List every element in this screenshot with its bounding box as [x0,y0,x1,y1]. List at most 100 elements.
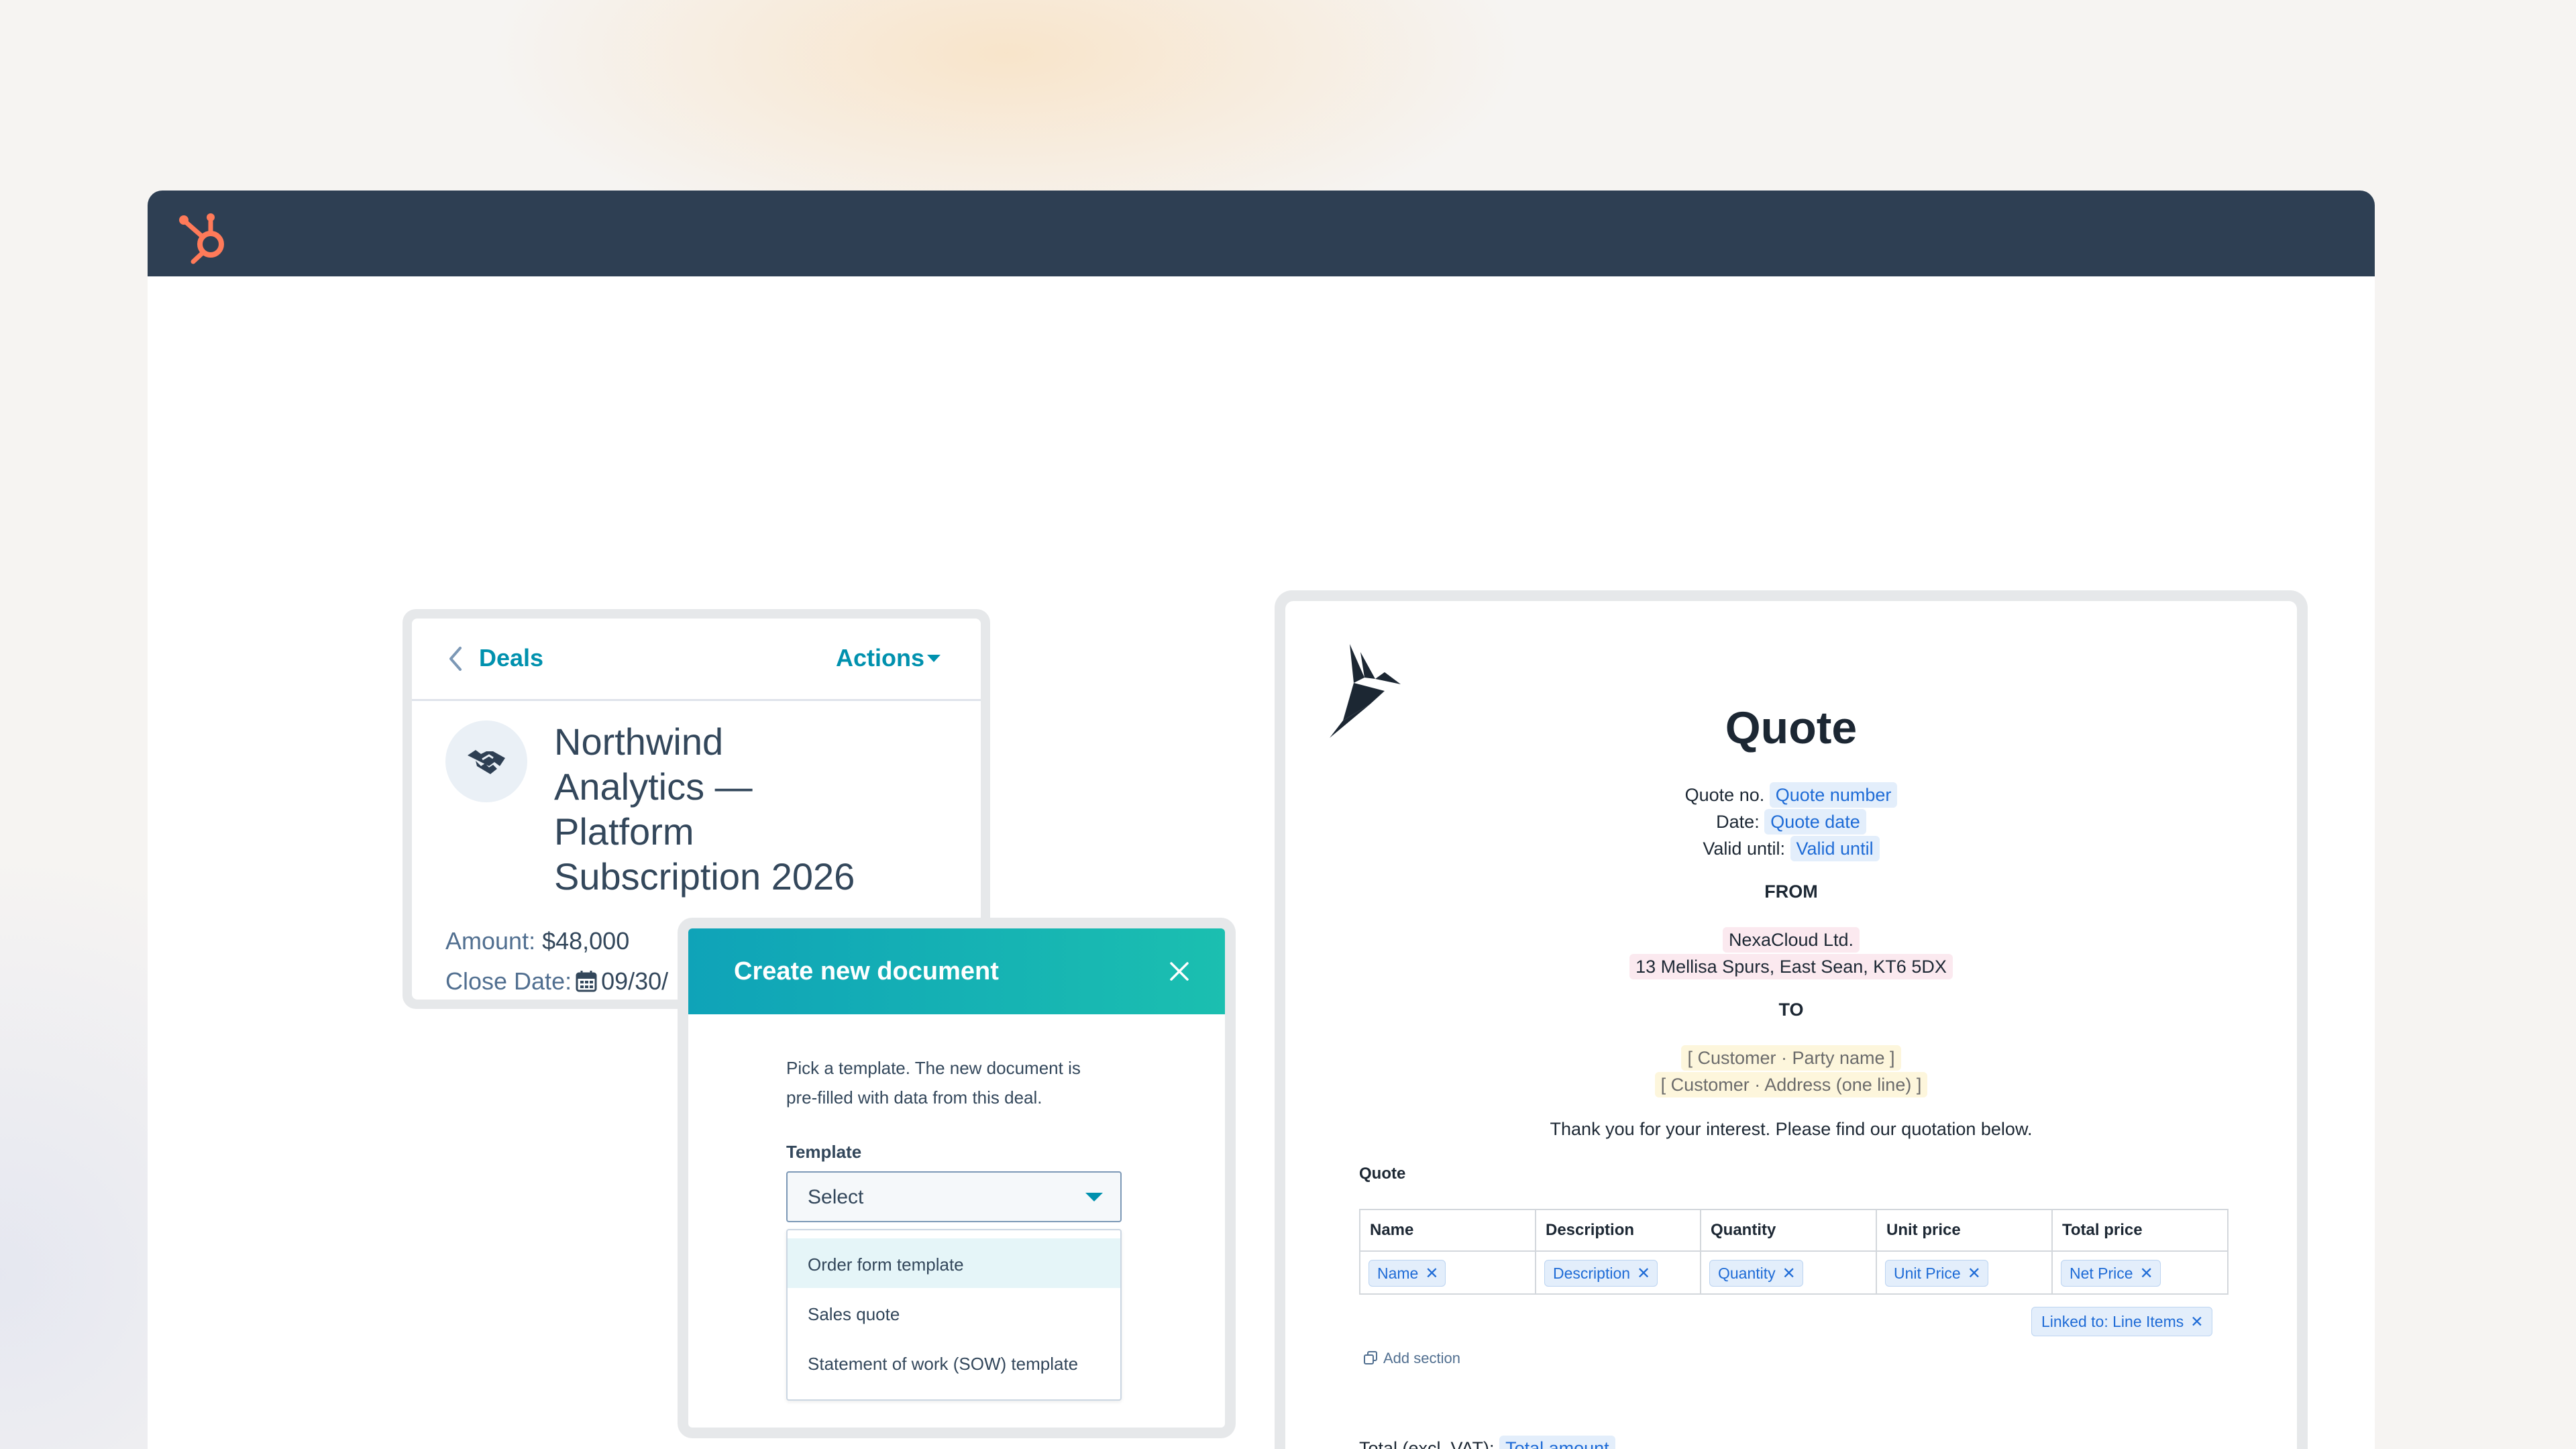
column-header: Name [1370,1221,1414,1239]
modal-title: Create new document [734,957,999,985]
description-line: Pick a template. The new document is [786,1058,1081,1078]
add-section-button[interactable]: Add section [1363,1350,1460,1367]
quote-title: Quote [1725,702,1858,753]
quote-date-line: Date: Quote date [1285,809,2297,835]
template-dropdown-list: Order form template Sales quote Statemen… [786,1229,1122,1401]
option-label: Order form template [808,1254,964,1275]
deal-title: Northwind Analytics — Platform Subscript… [554,719,930,899]
calendar-icon [576,971,597,992]
net-price-field-token[interactable]: Net Price ✕ [2061,1260,2161,1287]
quote-number-token[interactable]: Quote number [1769,782,1898,808]
deal-amount: Amount: $48,000 [445,927,629,955]
name-field-token[interactable]: Name ✕ [1368,1260,1446,1287]
dropdown-option-sales-quote[interactable]: Sales quote [788,1288,1120,1338]
total-line: Total (excl. VAT): Total amount [1359,1436,1615,1449]
close-icon[interactable]: ✕ [1637,1265,1650,1283]
deal-card-header: Deals Actions [412,619,981,701]
deal-title-line: Platform [554,810,694,853]
handshake-icon [468,750,505,774]
amount-label: Amount: [445,927,536,955]
from-address[interactable]: 13 Mellisa Spurs, East Sean, KT6 5DX [1629,954,1953,979]
option-label: Statement of work (SOW) template [808,1354,1079,1374]
top-navigation-bar [148,191,2375,276]
close-date-value: 09/30/ [601,967,669,995]
template-select[interactable]: Select [786,1171,1122,1222]
to-party-placeholder[interactable]: [ Customer · Party name ] [1681,1045,1901,1071]
select-value: Select [808,1186,864,1208]
column-header: Unit price [1886,1221,1961,1239]
chevron-left-icon[interactable] [445,645,466,672]
actions-menu-button[interactable]: Actions [836,644,924,672]
token-label: Description [1553,1265,1631,1282]
token-label: Net Price [2070,1265,2133,1282]
unit-price-field-token[interactable]: Unit Price ✕ [1885,1260,1988,1287]
table-column-name: Name Name ✕ [1360,1210,1536,1293]
quote-document-page: Quote Quote no. Quote number Date: Quote… [1285,601,2297,1449]
thank-you-text: Thank you for your interest. Please find… [1550,1119,2033,1139]
valid-until-token[interactable]: Valid until [1790,836,1880,861]
close-icon[interactable]: ✕ [2190,1313,2203,1330]
line-items-table: Name Name ✕ Description Description ✕ Quan… [1359,1209,2229,1295]
modal-description: Pick a template. The new document is pre… [786,1053,1135,1112]
back-to-deals-link[interactable]: Deals [479,644,543,672]
modal-header: Create new document [688,928,1225,1014]
create-document-modal: Create new document Pick a template. The… [678,918,1236,1438]
total-label: Total (excl. VAT): [1359,1438,1495,1449]
from-heading: FROM [1764,881,1818,902]
table-column-unit-price: Unit price Unit Price ✕ [1877,1210,2053,1293]
description-field-token[interactable]: Description ✕ [1544,1260,1658,1287]
to-address-line: [ Customer · Address (one line) ] [1285,1072,2297,1097]
dropdown-option-order-form[interactable]: Order form template [788,1238,1120,1288]
column-header: Description [1546,1221,1635,1239]
add-section-label: Add section [1383,1350,1460,1366]
option-label: Sales quote [808,1304,900,1324]
token-label: Unit Price [1894,1265,1961,1282]
template-label: Template [786,1142,862,1162]
column-header: Quantity [1711,1221,1776,1239]
linked-line-items-tag[interactable]: Linked to: Line Items ✕ [2031,1307,2212,1336]
valid-until-line: Valid until: Valid until [1285,836,2297,861]
amount-value: $48,000 [542,927,630,955]
close-icon[interactable]: ✕ [2140,1265,2153,1283]
dropdown-option-sow[interactable]: Statement of work (SOW) template [788,1338,1120,1387]
total-amount-token[interactable]: Total amount [1499,1436,1615,1449]
quantity-field-token[interactable]: Quantity ✕ [1709,1260,1803,1287]
quote-date-token[interactable]: Quote date [1764,809,1866,835]
table-column-description: Description Description ✕ [1536,1210,1701,1293]
copy-icon [1364,1351,1377,1364]
to-address-placeholder[interactable]: [ Customer · Address (one line) ] [1654,1072,1928,1097]
close-icon[interactable]: ✕ [1425,1265,1438,1283]
from-company-line: NexaCloud Ltd. [1285,927,2297,953]
from-company[interactable]: NexaCloud Ltd. [1722,927,1860,953]
quote-date-label: Date: [1716,812,1760,832]
table-column-total-price: Total price Net Price ✕ [2053,1210,2227,1293]
deal-title-line: Analytics — [554,765,753,808]
to-party-line: [ Customer · Party name ] [1285,1045,2297,1071]
modal-body: Create new document Pick a template. The… [688,928,1225,1428]
description-line: pre-filled with data from this deal. [786,1087,1042,1108]
deal-avatar [445,720,527,802]
deal-close-date: Close Date: 09/30/ [445,967,668,996]
linked-tag-label: Linked to: Line Items [2041,1313,2184,1330]
caret-down-icon[interactable] [927,655,941,663]
to-heading: TO [1778,1000,1804,1020]
from-address-line: 13 Mellisa Spurs, East Sean, KT6 5DX [1285,954,2297,979]
close-icon[interactable] [1169,961,1190,982]
hubspot-sprocket-icon[interactable] [173,205,233,266]
token-label: Name [1377,1265,1419,1282]
token-label: Quantity [1718,1265,1776,1282]
deal-title-line: Subscription 2026 [554,855,855,898]
valid-until-label: Valid until: [1703,839,1785,859]
close-icon[interactable]: ✕ [1968,1265,1981,1283]
close-icon[interactable]: ✕ [1782,1265,1796,1283]
table-column-quantity: Quantity Quantity ✕ [1701,1210,1877,1293]
column-header: Total price [2062,1221,2143,1239]
line-items-table-title: Quote [1359,1165,1406,1183]
quote-document-preview: Quote Quote no. Quote number Date: Quote… [1275,590,2308,1449]
close-date-label: Close Date: [445,967,572,995]
deal-title-line: Northwind [554,720,724,763]
app-window: Deals Actions Northwind Analytics — Plat… [148,191,2375,1449]
caret-down-icon [1085,1193,1103,1201]
quote-number-label: Quote no. [1684,785,1765,805]
quote-number-line: Quote no. Quote number [1285,782,2297,808]
